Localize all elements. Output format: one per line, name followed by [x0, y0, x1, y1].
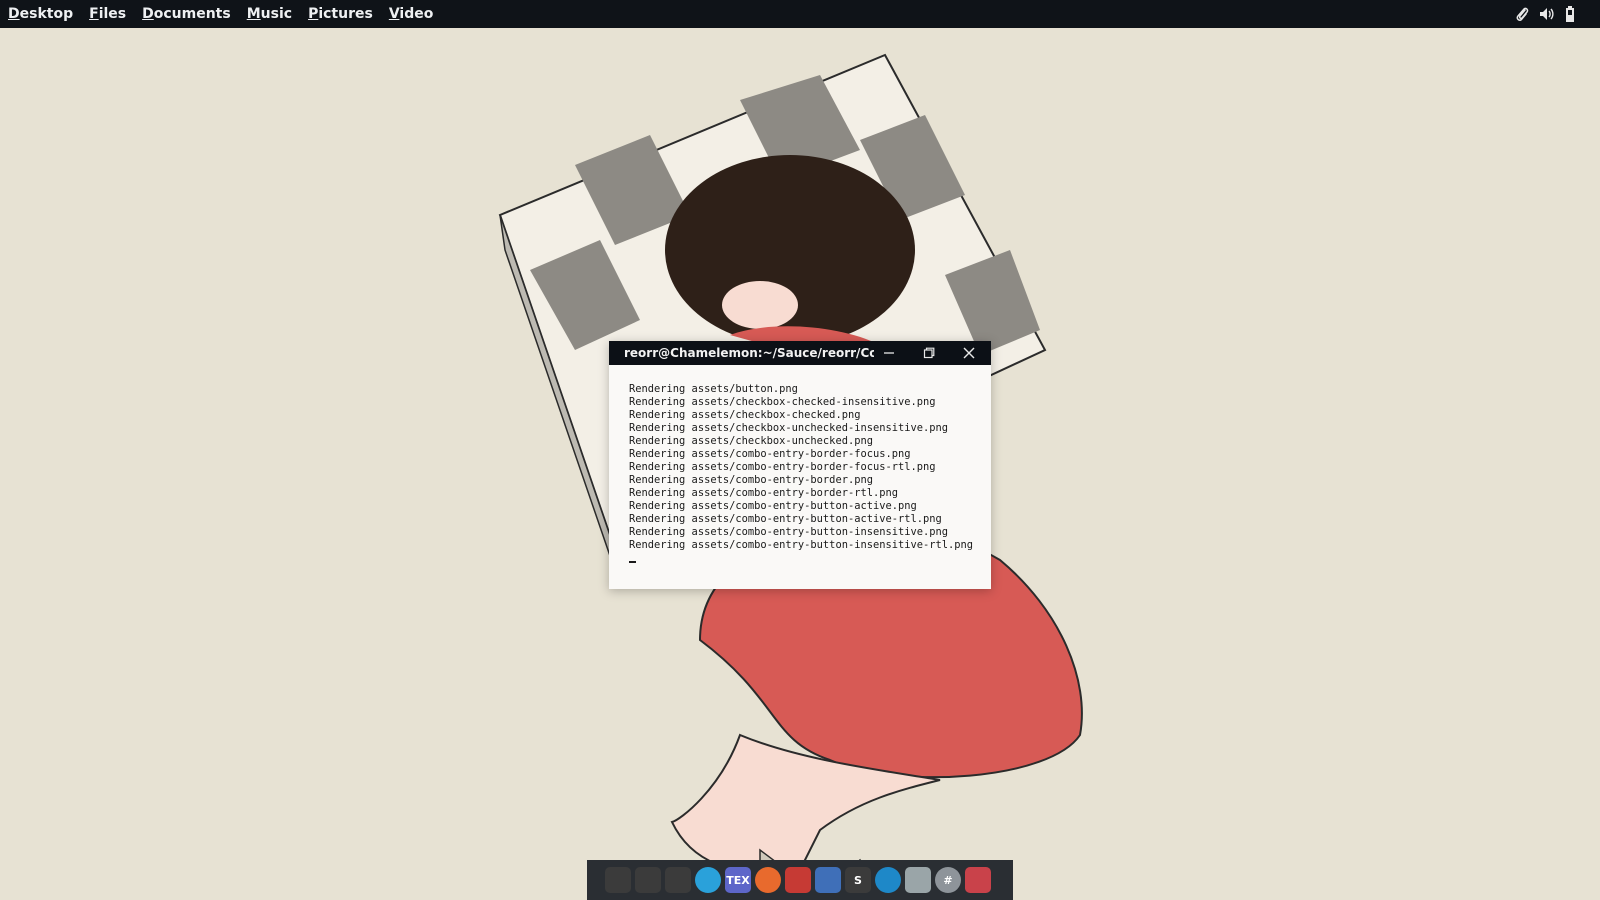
sublime-text-icon[interactable]: S	[845, 867, 871, 893]
menu-video-label: ideo	[399, 6, 434, 22]
menu-video[interactable]: Video	[389, 6, 434, 22]
menu-pictures[interactable]: Pictures	[308, 6, 373, 22]
menu-documents-mnemonic: D	[142, 6, 154, 22]
menu-documents[interactable]: Documents	[142, 6, 231, 22]
top-panel: Desktop Files Documents Music Pictures V…	[0, 0, 1600, 28]
menu-pictures-label: ictures	[318, 6, 373, 22]
menu-music[interactable]: Music	[247, 6, 292, 22]
palette-icon[interactable]	[665, 867, 691, 893]
maximize-button[interactable]	[914, 341, 944, 365]
close-button[interactable]	[954, 341, 984, 365]
terminal-titlebar[interactable]: reorr@Chamelemon:~/Sauce/reorr/Colorize	[609, 341, 991, 365]
places-menu: Desktop Files Documents Music Pictures V…	[0, 0, 449, 28]
transmission-icon[interactable]	[785, 867, 811, 893]
terminal-line: Rendering assets/button.png	[629, 383, 798, 395]
terminal-line: Rendering assets/checkbox-unchecked-inse…	[629, 422, 949, 434]
close-icon	[963, 347, 975, 359]
menu-files-mnemonic: F	[89, 6, 99, 22]
paperclip-icon[interactable]	[1514, 6, 1530, 22]
restore-icon	[923, 347, 935, 359]
minimize-icon	[884, 352, 894, 354]
system-tray	[1506, 0, 1600, 28]
menu-desktop-mnemonic: D	[8, 6, 20, 22]
menu-music-label: usic	[260, 6, 293, 22]
terminal-line: Rendering assets/combo-entry-border.png	[629, 474, 873, 486]
menu-files[interactable]: Files	[89, 6, 126, 22]
terminal-cursor	[629, 561, 636, 563]
terminal-line: Rendering assets/checkbox-checked.png	[629, 409, 861, 421]
menu-music-mnemonic: M	[246, 6, 261, 22]
file-manager-icon[interactable]	[905, 867, 931, 893]
minimize-button[interactable]	[874, 341, 904, 365]
terminal-line: Rendering assets/combo-entry-border-focu…	[629, 448, 911, 460]
search-icon[interactable]	[875, 867, 901, 893]
menu-documents-label: ocuments	[153, 6, 231, 22]
tex-icon[interactable]: TEX	[725, 867, 751, 893]
terminal-line: Rendering assets/combo-entry-button-inse…	[629, 539, 974, 551]
menu-desktop[interactable]: Desktop	[8, 6, 73, 22]
terminal-line: Rendering assets/combo-entry-button-acti…	[629, 513, 942, 525]
terminal-window[interactable]: reorr@Chamelemon:~/Sauce/reorr/Colorize …	[609, 341, 991, 589]
menu-desktop-label: esktop	[19, 6, 74, 22]
notebook-icon[interactable]	[815, 867, 841, 893]
terminal-output[interactable]: Rendering assets/button.png Rendering as…	[609, 365, 991, 563]
terminal-line: Rendering assets/checkbox-checked-insens…	[629, 396, 936, 408]
menu-video-mnemonic: V	[388, 6, 400, 22]
telegram-icon[interactable]	[695, 867, 721, 893]
terminal-line: Rendering assets/combo-entry-border-focu…	[629, 461, 936, 473]
terminal-line: Rendering assets/combo-entry-border-rtl.…	[629, 487, 898, 499]
application-dock: TEX S #	[587, 860, 1013, 900]
terminal-line: Rendering assets/combo-entry-button-acti…	[629, 500, 917, 512]
inkscape-icon[interactable]	[635, 867, 661, 893]
battery-icon[interactable]	[1562, 6, 1578, 22]
menu-pictures-mnemonic: P	[308, 6, 319, 22]
hashtag-icon[interactable]: #	[935, 867, 961, 893]
terminal-line: Rendering assets/combo-entry-button-inse…	[629, 526, 949, 538]
menu-files-label: iles	[98, 6, 127, 22]
firefox-icon[interactable]	[755, 867, 781, 893]
terminal-line: Rendering assets/checkbox-unchecked.png	[629, 435, 873, 447]
gimp-icon[interactable]	[605, 867, 631, 893]
anime-avatar-icon[interactable]	[965, 867, 991, 893]
terminal-title: reorr@Chamelemon:~/Sauce/reorr/Colorize	[624, 346, 874, 360]
volume-icon[interactable]	[1538, 6, 1554, 22]
